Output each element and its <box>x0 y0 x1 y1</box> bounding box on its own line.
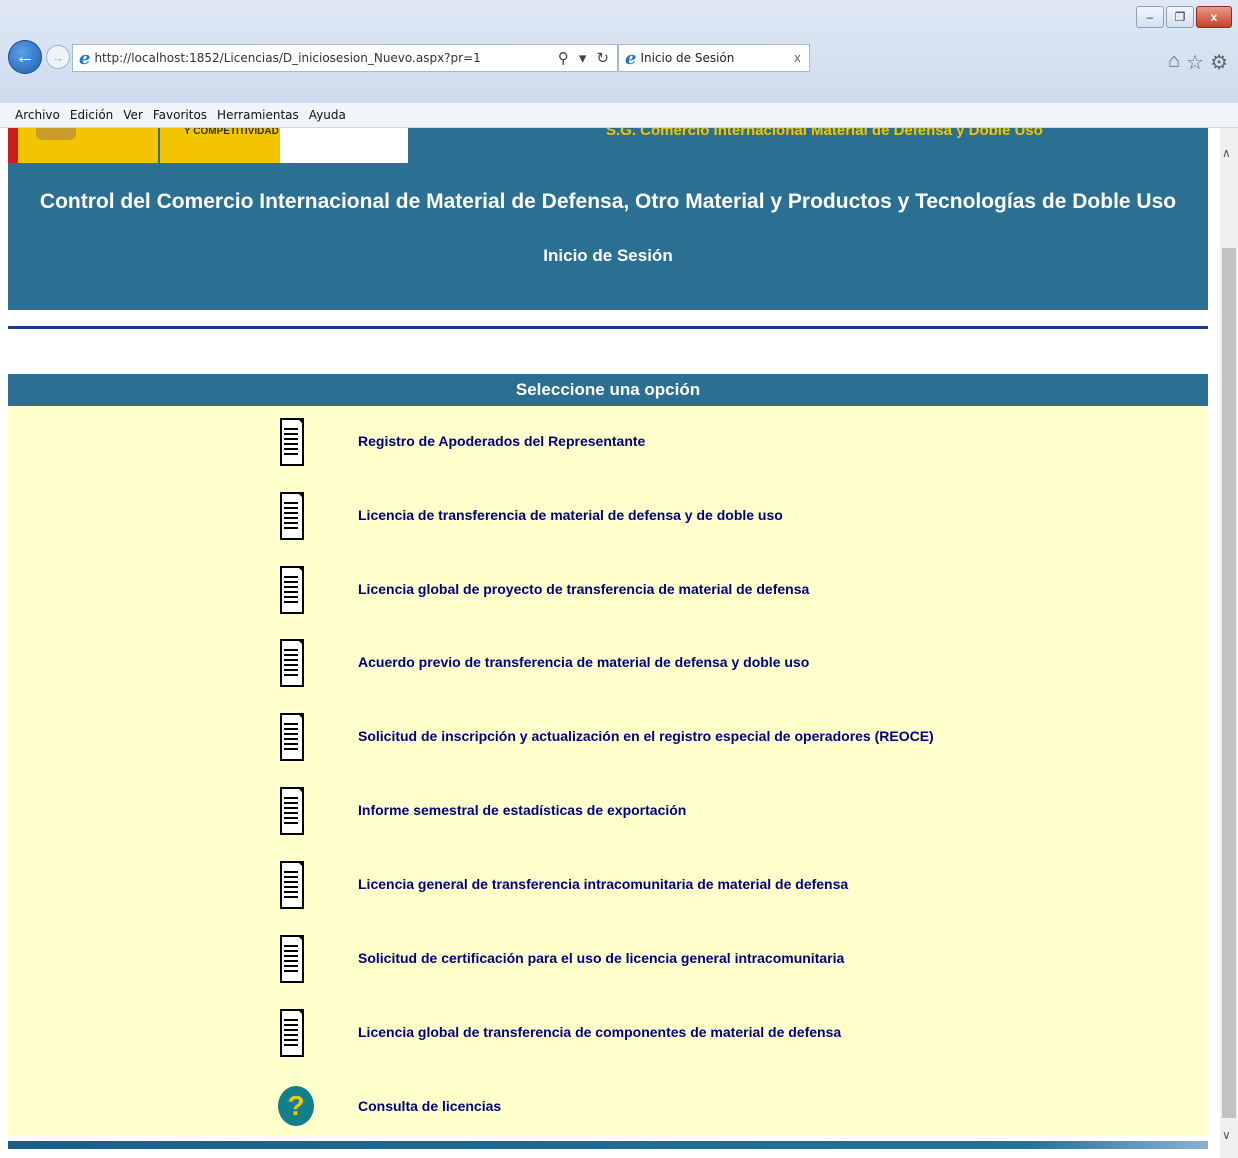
page-title: Control del Comercio Internacional de Ma… <box>39 190 1177 213</box>
address-url[interactable]: http://localhost:1852/Licencias/D_inicio… <box>94 51 557 65</box>
document-icon[interactable] <box>278 859 304 909</box>
page-header: Y COMPETITIVIDAD S.G. Comercio Internaci… <box>8 128 1208 310</box>
document-icon[interactable] <box>278 637 304 687</box>
star-icon[interactable]: ☆ <box>1186 50 1204 75</box>
menu-bar: Archivo Edición Ver Favoritos Herramient… <box>0 103 1238 128</box>
logo-white-block <box>280 128 408 163</box>
option-link[interactable]: Licencia global de proyecto de transfere… <box>358 581 809 597</box>
option-reoce[interactable]: Solicitud de inscripción y actualización… <box>278 711 934 761</box>
footer-bar <box>8 1141 1208 1149</box>
tab-inicio-de-sesion[interactable]: e Inicio de Sesión x <box>618 44 810 72</box>
option-link[interactable]: Acuerdo previo de transferencia de mater… <box>358 654 809 670</box>
browser-chrome: – ❐ x ← → e http://localhost:1852/Licenc… <box>0 0 1238 103</box>
option-link[interactable]: Licencia general de transferencia intrac… <box>358 876 848 892</box>
tab-close-button[interactable]: x <box>794 51 809 65</box>
coat-of-arms-icon <box>36 128 76 140</box>
minimize-button[interactable]: – <box>1136 6 1164 28</box>
toolbar-right: ⌂ ☆ ⚙ <box>1168 50 1228 75</box>
document-icon[interactable] <box>278 1007 304 1057</box>
option-consulta-licencias[interactable]: ? Consulta de licencias <box>278 1086 501 1126</box>
ministry-text: Y COMPETITIVIDAD <box>184 128 279 137</box>
menu-favoritos[interactable]: Favoritos <box>148 108 212 122</box>
scroll-up-icon[interactable]: ∧ <box>1222 146 1231 160</box>
address-bar[interactable]: e http://localhost:1852/Licencias/D_inic… <box>72 44 618 72</box>
flag-stripe <box>8 128 18 163</box>
tab-title: Inicio de Sesión <box>640 51 735 65</box>
question-icon[interactable]: ? <box>278 1086 314 1126</box>
search-icon[interactable]: ⚲ <box>558 49 569 67</box>
option-registro-apoderados[interactable]: Registro de Apoderados del Representante <box>278 416 645 466</box>
dropdown-icon[interactable]: ▾ <box>579 49 587 67</box>
forward-button[interactable]: → <box>46 45 70 69</box>
scroll-thumb[interactable] <box>1222 248 1236 1118</box>
option-licencia-general-intracomunitaria[interactable]: Licencia general de transferencia intrac… <box>278 859 848 909</box>
menu-edicion[interactable]: Edición <box>65 108 118 122</box>
page-subtitle: Inicio de Sesión <box>543 246 673 265</box>
address-tools: ⚲ ▾ ↻ <box>558 49 617 67</box>
nav-buttons: ← → <box>8 40 70 74</box>
arrow-left-icon: ← <box>15 45 35 68</box>
back-button[interactable]: ← <box>8 40 42 74</box>
arrow-right-icon: → <box>51 49 65 65</box>
document-icon[interactable] <box>278 933 304 983</box>
scroll-down-icon[interactable]: ∨ <box>1222 1128 1231 1142</box>
option-link[interactable]: Consulta de licencias <box>358 1098 501 1114</box>
option-acuerdo-previo[interactable]: Acuerdo previo de transferencia de mater… <box>278 637 809 687</box>
close-window-button[interactable]: x <box>1196 6 1232 28</box>
option-link[interactable]: Solicitud de certificación para el uso d… <box>358 950 844 966</box>
panel-heading: Seleccione una opción <box>8 374 1208 406</box>
home-icon[interactable]: ⌂ <box>1168 50 1180 75</box>
option-link[interactable]: Licencia de transferencia de material de… <box>358 507 783 523</box>
option-link[interactable]: Informe semestral de estadísticas de exp… <box>358 802 686 818</box>
document-icon[interactable] <box>278 711 304 761</box>
option-licencia-global-proyecto[interactable]: Licencia global de proyecto de transfere… <box>278 564 809 614</box>
gear-icon[interactable]: ⚙ <box>1210 50 1228 75</box>
menu-ayuda[interactable]: Ayuda <box>304 108 351 122</box>
option-link[interactable]: Registro de Apoderados del Representante <box>358 433 645 449</box>
document-icon[interactable] <box>278 564 304 614</box>
option-solicitud-certificacion[interactable]: Solicitud de certificación para el uso d… <box>278 933 844 983</box>
document-icon[interactable] <box>278 416 304 466</box>
subdirectorate-text: S.G. Comercio Internacional Material de … <box>606 128 1043 139</box>
restore-button[interactable]: ❐ <box>1166 6 1194 28</box>
document-icon[interactable] <box>278 785 304 835</box>
document-icon[interactable] <box>278 490 304 540</box>
ie-page-icon: e <box>79 47 91 69</box>
window-controls: – ❐ x <box>1136 6 1232 28</box>
header-divider <box>8 326 1208 329</box>
page-viewport: Y COMPETITIVIDAD S.G. Comercio Internaci… <box>0 128 1220 1158</box>
refresh-icon[interactable]: ↻ <box>596 49 609 67</box>
menu-herramientas[interactable]: Herramientas <box>212 108 304 122</box>
vertical-scrollbar[interactable]: ∧ ∨ <box>1220 128 1238 1158</box>
option-link[interactable]: Solicitud de inscripción y actualización… <box>358 728 934 744</box>
options-panel: Seleccione una opción Registro de Apoder… <box>8 374 1208 1136</box>
option-licencia-global-componentes[interactable]: Licencia global de transferencia de comp… <box>278 1007 841 1057</box>
menu-archivo[interactable]: Archivo <box>0 108 65 122</box>
ie-tab-icon: e <box>625 47 637 69</box>
option-link[interactable]: Licencia global de transferencia de comp… <box>358 1024 841 1040</box>
option-licencia-transferencia[interactable]: Licencia de transferencia de material de… <box>278 490 783 540</box>
option-informe-semestral[interactable]: Informe semestral de estadísticas de exp… <box>278 785 686 835</box>
menu-ver[interactable]: Ver <box>118 108 148 122</box>
